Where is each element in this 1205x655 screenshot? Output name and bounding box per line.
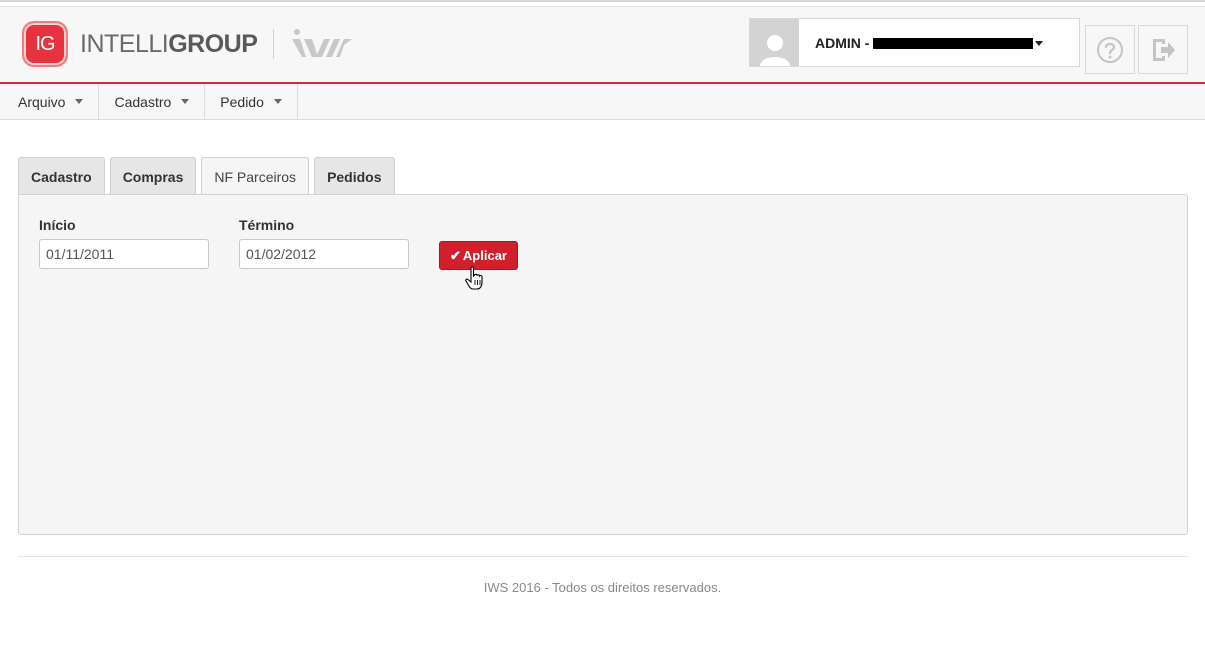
menu-pedido[interactable]: Pedido: [205, 84, 298, 119]
start-date-label: Início: [39, 217, 76, 233]
hand-pointer-cursor-icon: [465, 266, 483, 290]
menu-arquivo-label: Arquivo: [18, 93, 66, 110]
apply-button-label: Aplicar: [462, 248, 507, 263]
user-menu-dropdown[interactable]: ADMIN -: [749, 18, 1080, 67]
menu-cadastro-label: Cadastro: [114, 93, 172, 110]
tab-pedidos[interactable]: Pedidos: [314, 157, 395, 195]
main-menu-bar: Arquivo Cadastro Pedido: [0, 84, 1205, 120]
user-name-label: ADMIN -: [815, 34, 870, 51]
app-header: IG INTELLIGROUP ADMIN -: [0, 7, 1205, 84]
menu-arquivo[interactable]: Arquivo: [3, 84, 100, 119]
start-date-field: Início: [39, 217, 209, 269]
window-top-strip: [0, 0, 1205, 7]
intelligroup-logo[interactable]: IG INTELLIGROUP: [22, 21, 354, 67]
logo-badge: IG: [22, 21, 68, 67]
logo-divider: [273, 29, 275, 59]
tab-cadastro[interactable]: Cadastro: [18, 157, 105, 195]
sign-out-icon: [1153, 38, 1175, 61]
chevron-down-icon: [273, 99, 282, 104]
report-tabs: Cadastro Compras NF Parceiros Pedidos: [18, 157, 400, 196]
tab-compras[interactable]: Compras: [109, 157, 197, 195]
chevron-down-icon: [75, 99, 84, 104]
tab-panel-nf-parceiros: Início Término ✔ Aplicar: [18, 194, 1188, 535]
redacted-username: [873, 38, 1034, 50]
menu-cadastro[interactable]: Cadastro: [99, 84, 206, 119]
chevron-down-icon: [181, 99, 190, 104]
partner-brand-icon: [292, 29, 353, 57]
end-date-input[interactable]: [239, 239, 409, 269]
logout-button[interactable]: [1138, 25, 1188, 74]
question-circle-icon: [1097, 36, 1123, 63]
logo-wordmark: INTELLIGROUP: [80, 29, 258, 59]
user-avatar-icon: [750, 19, 799, 66]
user-name: ADMIN -: [815, 34, 1044, 51]
start-date-input[interactable]: [39, 239, 209, 269]
menu-pedido-label: Pedido: [220, 93, 264, 110]
logo-initials: IG: [35, 32, 55, 55]
logo-text-light: INTELLI: [80, 29, 169, 58]
check-icon: ✔: [450, 247, 461, 263]
end-date-label: Término: [239, 217, 295, 233]
help-button[interactable]: [1085, 25, 1135, 74]
footer-divider: [18, 556, 1188, 557]
tab-nf-parceiros[interactable]: NF Parceiros: [201, 157, 310, 196]
end-date-field: Término: [239, 217, 409, 269]
chevron-down-icon: [1035, 41, 1044, 47]
footer-copyright: IWS 2016 - Todos os direitos reservados.: [483, 580, 722, 595]
logo-text-bold: GROUP: [168, 29, 258, 58]
